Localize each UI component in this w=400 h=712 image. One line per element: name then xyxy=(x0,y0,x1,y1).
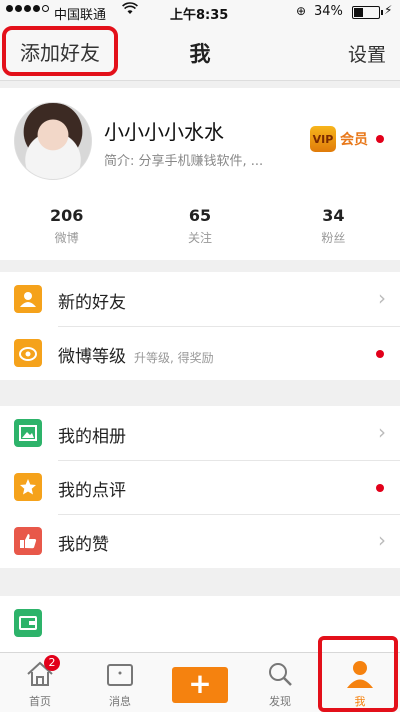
tab-discover[interactable]: 发现 xyxy=(240,653,320,712)
photo-album-icon xyxy=(14,419,42,447)
tab-discover-label: 发现 xyxy=(269,695,291,708)
wallet-icon xyxy=(14,609,42,637)
profile-card[interactable]: 小小小小水水 简介: 分享手机赚钱软件, ... VIP 会员 206 微博 6… xyxy=(0,88,400,260)
tab-home[interactable]: 2 首页 xyxy=(0,653,80,712)
home-badge: 2 xyxy=(44,655,60,671)
battery-percent: 34% xyxy=(314,4,343,19)
stat-following-count: 65 xyxy=(188,206,212,225)
battery-icon xyxy=(352,6,383,19)
status-bar: 中国联通 上午8:35 ⊕ 34% ⚡ xyxy=(0,0,400,24)
menu-item-label: 微博等级 升等级, 得奖励 xyxy=(58,342,214,367)
profile-stats: 206 微博 65 关注 34 粉丝 xyxy=(0,204,400,254)
charging-icon: ⚡ xyxy=(384,3,393,17)
weibo-level-text: 微博等级 xyxy=(58,347,126,367)
vip-notification-dot xyxy=(376,135,384,143)
nav-bar: 添加好友 我 设置 xyxy=(0,24,400,81)
clock-label: 上午8:35 xyxy=(170,8,229,23)
stat-weibo[interactable]: 206 微博 xyxy=(0,204,133,254)
menu-group-content: 我的相册 › 我的点评 我的赞 › xyxy=(0,406,400,568)
stat-weibo-label: 微博 xyxy=(54,231,79,245)
me-tab-highlight xyxy=(318,636,398,712)
vip-label: 会员 xyxy=(340,132,368,148)
menu-item-album[interactable]: 我的相册 › xyxy=(0,406,400,460)
menu-item-comments[interactable]: 我的点评 xyxy=(0,460,400,514)
notification-dot xyxy=(376,484,384,492)
stat-followers-label: 粉丝 xyxy=(321,231,346,245)
avatar[interactable] xyxy=(14,102,92,180)
stat-followers-count: 34 xyxy=(322,206,345,225)
page-title: 我 xyxy=(189,42,211,66)
stat-followers[interactable]: 34 粉丝 xyxy=(267,204,400,254)
chevron-right-icon: › xyxy=(378,420,386,444)
signal-icon xyxy=(6,5,49,12)
search-icon xyxy=(269,663,292,686)
stat-weibo-count: 206 xyxy=(49,206,84,225)
settings-button[interactable]: 设置 xyxy=(348,40,386,67)
menu-item-label: 我的相册 xyxy=(58,427,126,447)
chevron-right-icon: › xyxy=(378,528,386,552)
rotation-lock-icon: ⊕ xyxy=(296,4,307,18)
menu-group-social: 新的好友 › 微博等级 升等级, 得奖励 xyxy=(0,272,400,380)
stat-following[interactable]: 65 关注 xyxy=(133,204,266,254)
menu-item-weibo-level[interactable]: 微博等级 升等级, 得奖励 xyxy=(0,326,400,380)
wifi-icon xyxy=(122,2,138,20)
weibo-level-subtitle: 升等级, 得奖励 xyxy=(134,351,214,365)
compose-button[interactable]: + xyxy=(172,667,228,703)
user-intro: 简介: 分享手机赚钱软件, ... xyxy=(104,154,264,169)
menu-item-label: 我的点评 xyxy=(58,481,126,501)
menu-item-likes[interactable]: 我的赞 › xyxy=(0,514,400,568)
stat-following-label: 关注 xyxy=(187,231,212,245)
new-friends-icon xyxy=(14,285,42,313)
vip-crown-icon: VIP xyxy=(310,126,336,152)
tab-home-label: 首页 xyxy=(29,695,51,708)
menu-item-new-friends[interactable]: 新的好友 › xyxy=(0,272,400,326)
user-name: 小小小小水水 xyxy=(104,120,224,144)
weibo-level-icon xyxy=(14,339,42,367)
review-star-icon xyxy=(14,473,42,501)
thumbs-up-icon xyxy=(14,527,42,555)
tab-messages[interactable]: 消息 xyxy=(80,653,160,712)
notification-dot xyxy=(376,350,384,358)
menu-item-label: 我的赞 xyxy=(58,535,109,555)
menu-item-label: 新的好友 xyxy=(58,293,126,313)
tab-messages-label: 消息 xyxy=(109,695,131,708)
carrier-label: 中国联通 xyxy=(54,8,107,23)
chevron-right-icon: › xyxy=(378,286,386,310)
vip-badge[interactable]: VIP 会员 xyxy=(310,126,384,152)
message-icon xyxy=(107,664,133,686)
